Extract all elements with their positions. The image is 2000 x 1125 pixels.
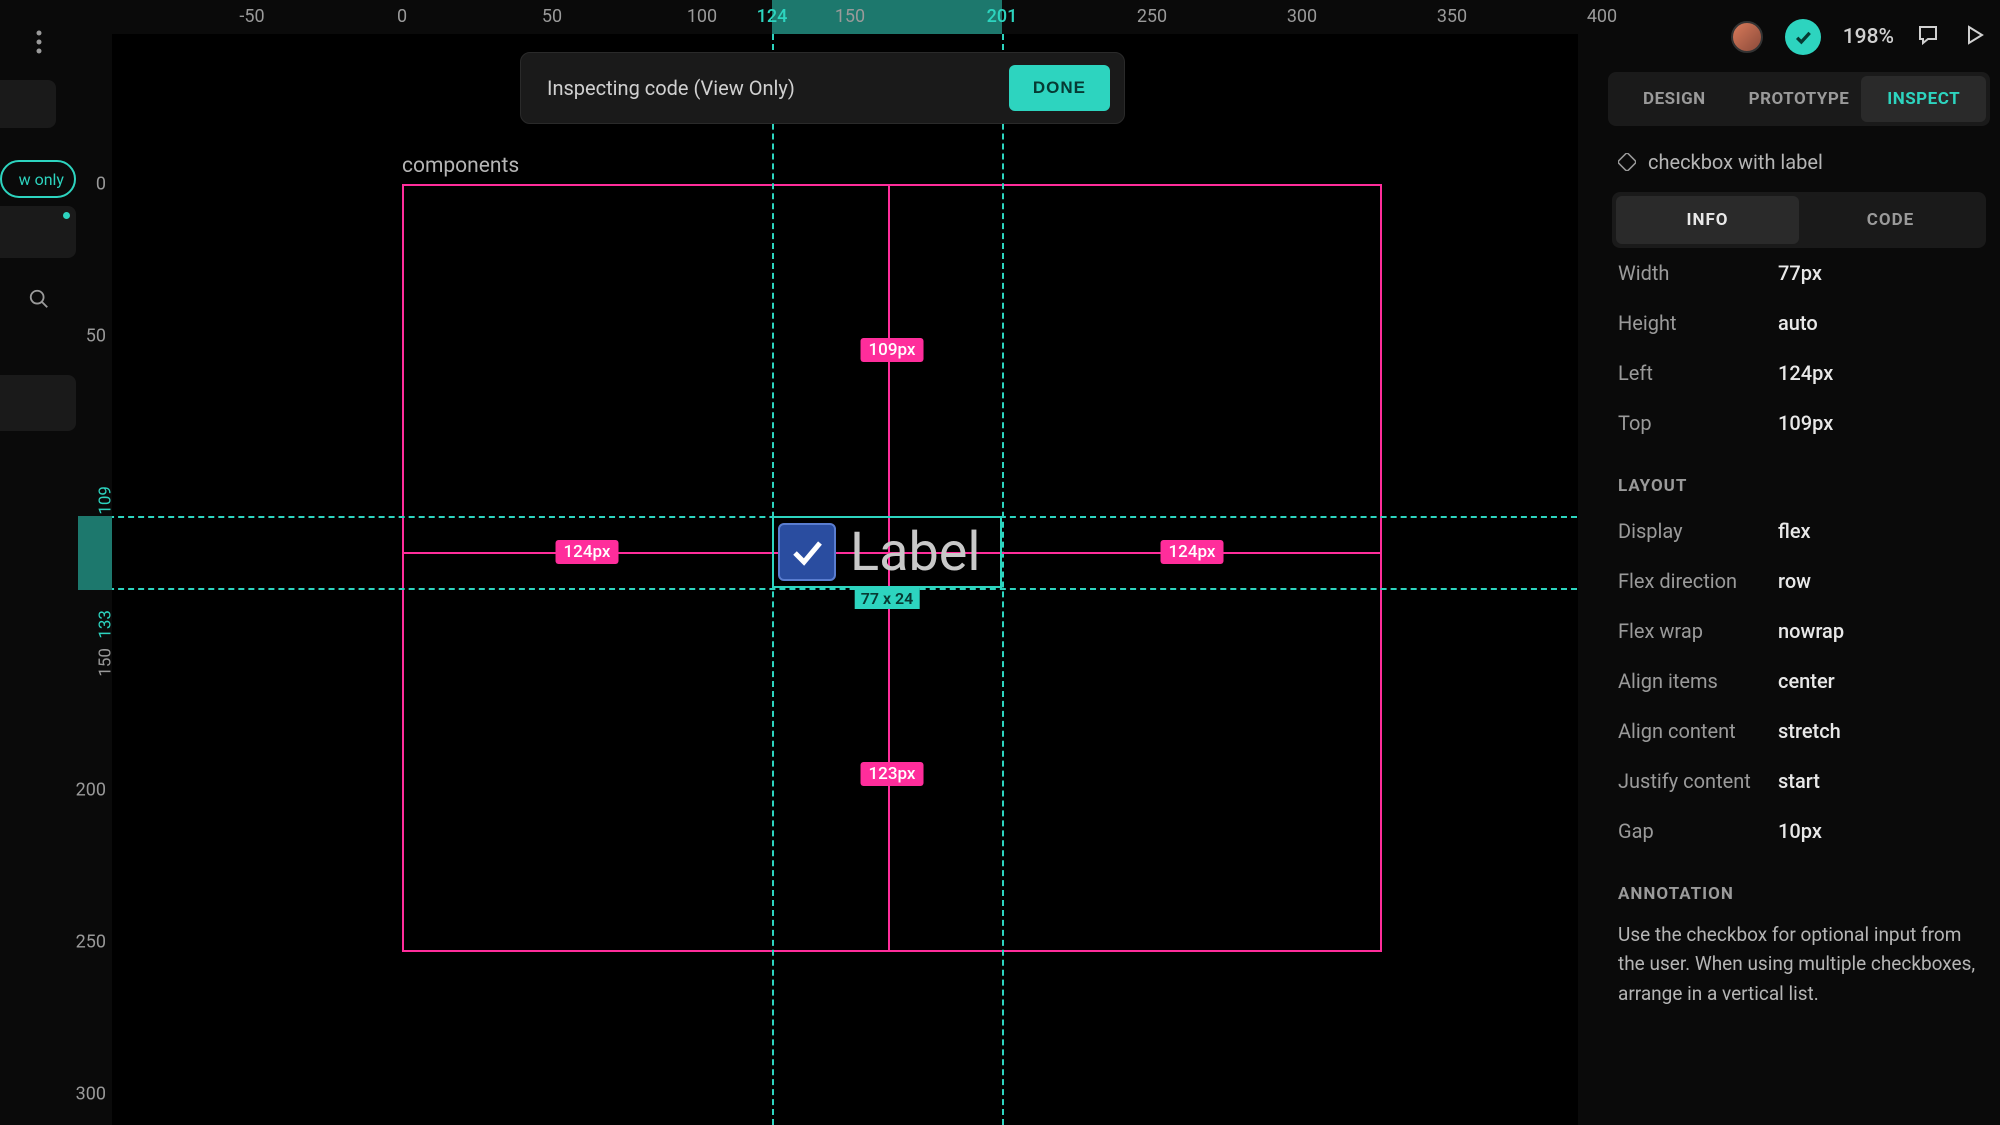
- element-name-text: checkbox with label: [1648, 150, 1823, 174]
- property-row[interactable]: Top109px: [1608, 398, 1990, 448]
- ruler-horizontal: -50050100124150201250300350400: [112, 0, 1578, 34]
- property-value: nowrap: [1778, 619, 1844, 643]
- done-button[interactable]: DONE: [1009, 65, 1110, 111]
- ruler-tick: 50: [542, 6, 562, 27]
- ruler-tick: 250: [76, 932, 106, 953]
- ruler-tick: 200: [76, 780, 106, 801]
- property-row[interactable]: Width77px: [1608, 248, 1990, 298]
- ruler-tick: -50: [239, 6, 264, 27]
- ruler-tick: 50: [86, 326, 106, 347]
- kebab-menu-icon[interactable]: [36, 30, 42, 58]
- tab-design[interactable]: DESIGN: [1612, 76, 1737, 122]
- property-value: start: [1778, 769, 1820, 793]
- property-value: 109px: [1778, 411, 1833, 435]
- ruler-tick: 300: [1287, 6, 1317, 27]
- property-key: Flex wrap: [1618, 619, 1778, 643]
- ruler-tick: 150: [835, 6, 865, 27]
- notice-text: Inspecting code (View Only): [547, 76, 795, 100]
- property-value: stretch: [1778, 719, 1841, 743]
- property-row[interactable]: Left124px: [1608, 348, 1990, 398]
- tab-prototype[interactable]: PROTOTYPE: [1737, 76, 1862, 122]
- property-key: Height: [1618, 311, 1778, 335]
- property-key: Align items: [1618, 669, 1778, 693]
- distance-badge: 124px: [1161, 540, 1224, 564]
- ruler-tick: 201: [987, 6, 1018, 27]
- ruler-tick: 124: [757, 6, 788, 27]
- checkbox-icon: [778, 523, 836, 581]
- canvas[interactable]: -50050100124150201250300350400 050109133…: [78, 0, 1578, 1125]
- play-icon[interactable]: [1962, 23, 1986, 51]
- annotation-text: Use the checkbox for optional input from…: [1608, 914, 1990, 1014]
- distance-badge: 124px: [556, 540, 619, 564]
- property-key: Display: [1618, 519, 1778, 543]
- presence-check-icon[interactable]: [1785, 19, 1821, 55]
- zoom-level[interactable]: 198%: [1843, 25, 1894, 49]
- avatar[interactable]: [1731, 21, 1763, 53]
- guide-horizontal: [112, 588, 1578, 590]
- element-name: checkbox with label: [1608, 126, 1990, 192]
- ruler-tick: 400: [1587, 6, 1617, 27]
- annotation-section-title: ANNOTATION: [1608, 856, 1990, 914]
- property-key: Flex direction: [1618, 569, 1778, 593]
- property-row[interactable]: Flex wrapnowrap: [1608, 606, 1990, 656]
- property-row[interactable]: Align itemscenter: [1608, 656, 1990, 706]
- distance-badge: 123px: [861, 762, 924, 786]
- subtab-code[interactable]: CODE: [1799, 196, 1982, 244]
- property-key: Left: [1618, 361, 1778, 385]
- property-value: auto: [1778, 311, 1818, 335]
- property-value: 10px: [1778, 819, 1822, 843]
- property-key: Justify content: [1618, 769, 1778, 793]
- property-key: Top: [1618, 411, 1778, 435]
- layout-section-title: LAYOUT: [1608, 448, 1990, 506]
- ruler-tick: 300: [76, 1084, 106, 1105]
- ruler-tick: 350: [1437, 6, 1467, 27]
- panel-subtabs: INFOCODE: [1612, 192, 1986, 248]
- tab-inspect[interactable]: INSPECT: [1861, 76, 1986, 122]
- inspect-notice: Inspecting code (View Only) DONE: [520, 52, 1125, 124]
- property-key: Width: [1618, 261, 1778, 285]
- property-value: row: [1778, 569, 1811, 593]
- selected-element[interactable]: Label 77 x 24: [772, 516, 1002, 588]
- distance-badge: 109px: [861, 338, 924, 362]
- ruler-tick: 250: [1137, 6, 1167, 27]
- search-icon[interactable]: [28, 288, 50, 314]
- ruler-tick: 0: [96, 174, 106, 195]
- ruler-vertical: 050109133150200250300: [78, 34, 112, 1125]
- subtab-info[interactable]: INFO: [1616, 196, 1799, 244]
- guide-vertical: [1002, 34, 1004, 1125]
- property-value: center: [1778, 669, 1835, 693]
- view-only-pill[interactable]: w only: [0, 160, 76, 198]
- property-key: Align content: [1618, 719, 1778, 743]
- frame-label: components: [402, 154, 519, 178]
- inspect-panel: DESIGNPROTOTYPEINSPECT checkbox with lab…: [1598, 70, 2000, 1125]
- property-value: flex: [1778, 519, 1811, 543]
- property-row[interactable]: Displayflex: [1608, 506, 1990, 556]
- property-row[interactable]: Gap10px: [1608, 806, 1990, 856]
- checkbox-label: Label: [850, 521, 981, 584]
- ruler-tick: 100: [687, 6, 717, 27]
- collapsed-panel: [0, 80, 56, 128]
- property-row[interactable]: Align contentstretch: [1608, 706, 1990, 756]
- comment-icon[interactable]: [1916, 23, 1940, 51]
- property-key: Gap: [1618, 819, 1778, 843]
- dimension-badge: 77 x 24: [855, 588, 920, 609]
- view-only-label: w only: [19, 170, 64, 189]
- property-row[interactable]: Heightauto: [1608, 298, 1990, 348]
- ruler-tick: 0: [397, 6, 407, 27]
- property-value: 124px: [1778, 361, 1833, 385]
- property-row[interactable]: Justify contentstart: [1608, 756, 1990, 806]
- layer-thumbnail-selected[interactable]: [0, 375, 76, 431]
- layer-thumbnail[interactable]: [0, 206, 76, 258]
- property-value: 77px: [1778, 261, 1822, 285]
- panel-tabs: DESIGNPROTOTYPEINSPECT: [1608, 72, 1990, 126]
- property-row[interactable]: Flex directionrow: [1608, 556, 1990, 606]
